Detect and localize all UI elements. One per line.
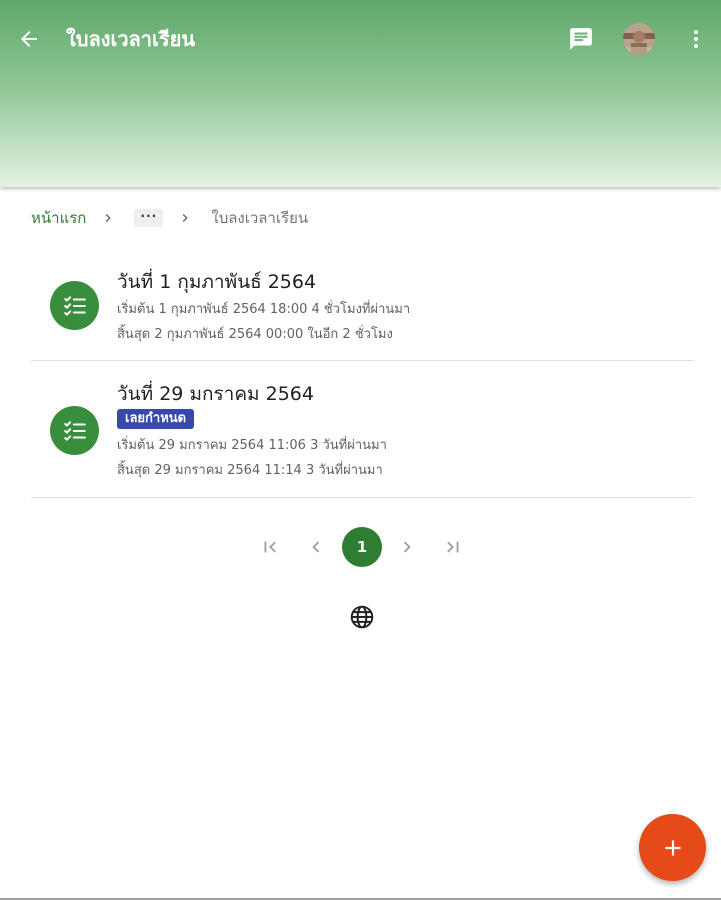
- item-title: วันที่ 29 มกราคม 2564: [117, 383, 314, 405]
- page: ใบลงเวลาเรียน หน้าแรก ··· ใบลงเวลาเรียน …: [0, 0, 721, 900]
- chevron-right-icon: [100, 210, 116, 226]
- pagination: 1: [0, 527, 721, 567]
- item-title: วันที่ 1 กุมภาพันธ์ 2564: [117, 271, 317, 293]
- breadcrumb: หน้าแรก ··· ใบลงเวลาเรียน: [31, 204, 308, 232]
- chevron-right-icon: [177, 210, 193, 226]
- first-page-icon[interactable]: [250, 527, 290, 567]
- item-end-time: สิ้นสุด 29 มกราคม 2564 11:14 3 วันที่ผ่า…: [117, 463, 383, 478]
- arrow-back-icon[interactable]: [14, 24, 44, 54]
- plus-icon: [664, 839, 681, 856]
- message-icon[interactable]: [566, 24, 596, 54]
- page-title: ใบลงเวลาเรียน: [66, 27, 196, 51]
- list-item[interactable]: วันที่ 29 มกราคม 2564 เลยกำหนด เริ่มต้น …: [31, 361, 694, 498]
- chevron-right-icon[interactable]: [387, 527, 427, 567]
- checklist-icon: [50, 281, 99, 330]
- user-avatar[interactable]: [623, 23, 655, 55]
- status-badge: เลยกำหนด: [117, 409, 195, 429]
- breadcrumb-current: ใบลงเวลาเรียน: [211, 209, 309, 227]
- breadcrumb-ellipsis-button[interactable]: ···: [134, 209, 164, 227]
- attendance-list: วันที่ 1 กุมภาพันธ์ 2564 เริ่มต้น 1 กุมภ…: [31, 250, 694, 498]
- item-end-time: สิ้นสุด 2 กุมภาพันธ์ 2564 00:00 ในอีก 2 …: [117, 327, 393, 342]
- list-item[interactable]: วันที่ 1 กุมภาพันธ์ 2564 เริ่มต้น 1 กุมภ…: [31, 250, 694, 361]
- more-vert-icon[interactable]: [682, 24, 710, 54]
- add-button[interactable]: [639, 814, 706, 881]
- last-page-icon[interactable]: [433, 527, 473, 567]
- item-start-time: เริ่มต้น 29 มกราคม 2564 11:06 3 วันที่ผ่…: [117, 438, 387, 453]
- globe-icon[interactable]: [348, 603, 376, 631]
- page-number-current[interactable]: 1: [342, 527, 382, 567]
- app-bar: ใบลงเวลาเรียน: [0, 0, 721, 187]
- checklist-icon: [50, 406, 99, 455]
- chevron-left-icon[interactable]: [296, 527, 336, 567]
- item-start-time: เริ่มต้น 1 กุมภาพันธ์ 2564 18:00 4 ชั่วโ…: [117, 302, 411, 317]
- breadcrumb-home-link[interactable]: หน้าแรก: [31, 206, 86, 230]
